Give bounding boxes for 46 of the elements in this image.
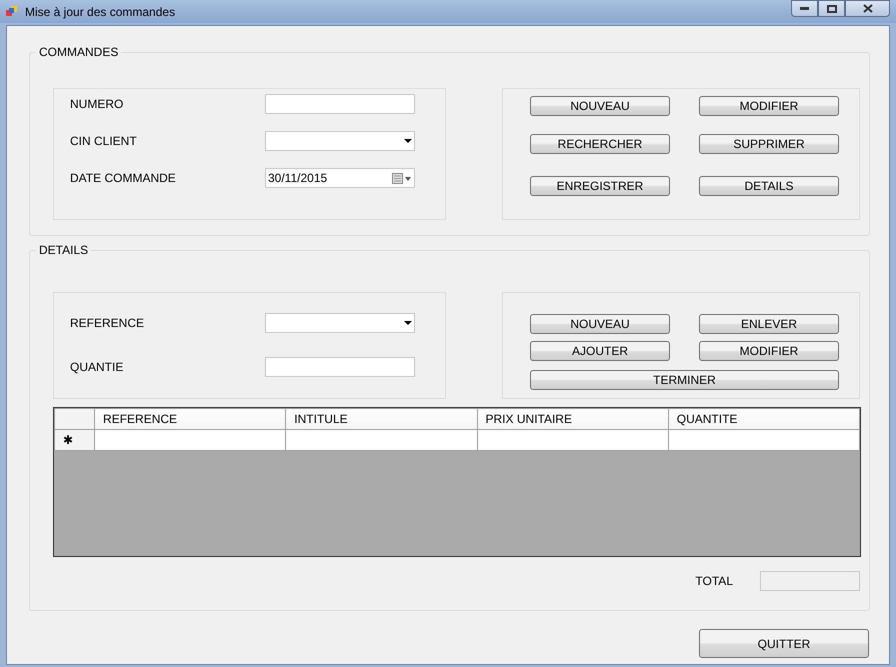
button[interactable]: MODIFIER: [699, 96, 839, 116]
button[interactable]: RECHERCHER: [530, 134, 670, 154]
input-field[interactable]: [265, 94, 415, 114]
button[interactable]: MODIFIER: [699, 341, 839, 361]
table-cell[interactable]: [94, 430, 286, 450]
field-label: DATE COMMANDE: [70, 170, 177, 187]
button[interactable]: SUPPRIMER: [699, 134, 839, 154]
button[interactable]: DETAILS: [699, 176, 839, 196]
button[interactable]: TERMINER: [530, 370, 839, 390]
column-header[interactable]: INTITULE: [286, 408, 478, 430]
dropdown-field[interactable]: [265, 131, 415, 151]
new-row-marker: ✱: [54, 430, 95, 450]
column-header[interactable]: PRIX UNITAIRE: [477, 408, 668, 430]
date-field[interactable]: 30/11/2015: [265, 168, 415, 188]
table-cell[interactable]: [477, 430, 668, 450]
quit-button[interactable]: QUITTER: [699, 629, 869, 658]
app-icon: [6, 5, 19, 18]
total-label: TOTAL: [695, 573, 733, 590]
dropdown-arrow-icon: [404, 139, 412, 143]
column-header[interactable]: QUANTITE: [668, 408, 860, 430]
close-button[interactable]: [845, 0, 890, 17]
button[interactable]: ENLEVER: [699, 314, 839, 334]
group-title: DETAILS: [36, 243, 92, 257]
button[interactable]: NOUVEAU: [530, 314, 670, 334]
minimize-icon: [800, 7, 809, 10]
calendar-icon: [392, 172, 412, 184]
table-cell[interactable]: [668, 430, 860, 450]
button[interactable]: AJOUTER: [530, 341, 670, 361]
maximize-button[interactable]: [818, 0, 845, 17]
dropdown-field[interactable]: [265, 313, 415, 333]
field-label: REFERENCE: [70, 315, 146, 332]
minimize-button[interactable]: [791, 0, 818, 17]
window-title: Mise à jour des commandes: [25, 4, 176, 20]
close-icon: [862, 4, 872, 13]
button[interactable]: NOUVEAU: [530, 96, 670, 116]
group-title: COMMANDES: [36, 45, 122, 59]
field-label: NUMERO: [70, 96, 124, 113]
input-field[interactable]: [265, 357, 415, 377]
table-cell[interactable]: [286, 430, 478, 450]
dropdown-arrow-icon: [404, 321, 412, 325]
button[interactable]: ENREGISTRER: [530, 176, 670, 196]
field-value: 30/11/2015: [268, 170, 328, 187]
column-header[interactable]: REFERENCE: [94, 408, 286, 430]
maximize-icon: [826, 4, 836, 12]
field-label: CIN CLIENT: [70, 133, 138, 150]
field-label: QUANTIE: [70, 359, 124, 376]
